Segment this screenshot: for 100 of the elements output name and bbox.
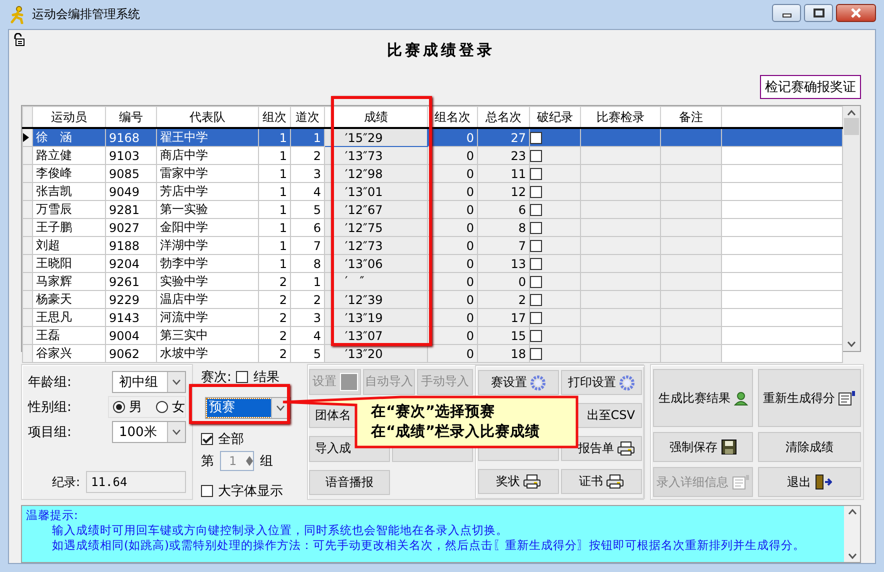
checkbox-label[interactable]: 全部 (218, 430, 244, 448)
table-cell: 4 (290, 182, 324, 200)
table-cell: 9062 (106, 344, 156, 362)
table-cell: 9261 (106, 272, 156, 290)
table-cell: 洋湖中学 (156, 236, 258, 254)
column-header[interactable]: 运动员 (32, 106, 106, 128)
table-cell: 9103 (106, 146, 156, 164)
table-cell: 1 (258, 182, 290, 200)
toolbar-button[interactable]: 语音播报 (309, 470, 390, 495)
column-header[interactable]: 比赛检录 (580, 106, 660, 128)
tip-text: 输入成绩时可用回车键或方向键控制录入位置，同时系统也会智能地在各录入点切换。 (51, 523, 509, 538)
table-cell: 李俊峰 (32, 164, 106, 182)
score-cell[interactable]: ′12″75 (324, 218, 428, 236)
page-title: 比赛成绩登录 (387, 41, 495, 60)
column-header[interactable]: 破纪录 (530, 106, 580, 128)
record-field[interactable]: 11.64 (86, 471, 186, 493)
action-button[interactable]: 强制保存 (653, 432, 753, 462)
table-cell: 杨豪天 (32, 290, 106, 308)
table-cell: 9188 (106, 236, 156, 254)
column-header[interactable]: 组次 (258, 106, 290, 128)
table-cell: 27 (478, 128, 530, 146)
column-header[interactable]: 编号 (106, 106, 156, 128)
table-cell: 2 (290, 146, 324, 164)
score-cell[interactable]: ′15″29 (324, 128, 428, 146)
age-group-dropdown[interactable]: 初中组 (112, 371, 186, 393)
event-dropdown[interactable]: 100米 (112, 421, 186, 443)
award-button[interactable]: 检记赛确报奖证 (760, 75, 861, 99)
column-header[interactable]: 备注 (660, 106, 722, 128)
table-cell: 张吉凯 (32, 182, 106, 200)
table-cell: 万雪辰 (32, 200, 106, 218)
table-cell: 13 (478, 254, 530, 272)
table-cell: 2 (258, 290, 290, 308)
table-cell: 1 (258, 200, 290, 218)
score-cell[interactable]: ′13″73 (324, 146, 428, 164)
radio-label[interactable]: 女 (172, 398, 185, 416)
toolbar-button[interactable]: 证书 (561, 469, 642, 494)
score-cell[interactable]: ′13″19 (324, 308, 428, 326)
tip-text: 如遇成绩相同(如跳高)或需特别处理的操作方法：可先手动更改相关名次，然后点击〖重新生成得分〗按钮即可根据名次重新排列并生成得分。 (51, 538, 805, 553)
table-cell: 1 (258, 164, 290, 182)
radio-label[interactable]: 男 (129, 398, 142, 416)
table-cell: 9085 (106, 164, 156, 182)
table-cell: 马家辉 (32, 272, 106, 290)
column-header[interactable]: 代表队 (156, 106, 258, 128)
table-cell: 5 (290, 344, 324, 362)
column-header[interactable]: 道次 (290, 106, 324, 128)
toolbar-button[interactable]: 奖状 (478, 469, 559, 494)
field-label: 赛次: (201, 369, 232, 386)
field-label: 项目组: (28, 424, 72, 441)
column-header[interactable]: 总名次 (478, 106, 530, 128)
table-cell: 3 (290, 308, 324, 326)
tips-title: 温馨提示: (26, 508, 79, 523)
table-cell: 7 (478, 236, 530, 254)
round-dropdown[interactable]: 预赛 (205, 397, 291, 419)
score-cell[interactable]: ′ ″ (324, 272, 428, 290)
toolbar-button[interactable]: 打印设置 (561, 370, 642, 395)
score-cell[interactable]: ′13″01 (324, 182, 428, 200)
action-button[interactable]: 清除成绩 (758, 432, 861, 462)
table-cell: 1 (258, 254, 290, 272)
table-cell: 2 (290, 290, 324, 308)
table-cell: 9027 (106, 218, 156, 236)
table-cell: 徐 涵 (32, 128, 106, 146)
table-cell: 1 (258, 236, 290, 254)
table-cell: 17 (478, 308, 530, 326)
toolbar-button[interactable]: 赛设置 (478, 370, 559, 395)
score-cell[interactable]: ′12″39 (324, 290, 428, 308)
table-cell: 7 (290, 236, 324, 254)
table-cell: 1 (258, 218, 290, 236)
table-cell: 23 (478, 146, 530, 164)
table-cell: 第三实中 (156, 326, 258, 344)
column-header[interactable]: 成绩 (324, 106, 428, 128)
table-cell: 刘超 (32, 236, 106, 254)
table-cell: 勃李中学 (156, 254, 258, 272)
table-cell: 芳店中学 (156, 182, 258, 200)
action-button[interactable]: 重新生成得分 (758, 369, 861, 427)
table-cell: 1 (258, 146, 290, 164)
score-cell[interactable]: ′12″73 (324, 236, 428, 254)
table-cell: 9049 (106, 182, 156, 200)
table-cell: 15 (478, 326, 530, 344)
table-cell: 12 (478, 182, 530, 200)
table-cell: 0 (478, 272, 530, 290)
column-header[interactable]: 组名次 (428, 106, 478, 128)
table-cell: 8 (478, 218, 530, 236)
table-cell: 翟王中学 (156, 128, 258, 146)
table-cell: 2 (258, 272, 290, 290)
table-cell: 1 (258, 128, 290, 146)
table-cell: 温店中学 (156, 290, 258, 308)
score-cell[interactable]: ′13″06 (324, 254, 428, 272)
table-cell: 9229 (106, 290, 156, 308)
table-cell: 9281 (106, 200, 156, 218)
checkbox-label[interactable]: 结果 (253, 368, 280, 386)
table-cell: 9204 (106, 254, 156, 272)
action-button[interactable]: 生成比赛结果 (653, 369, 753, 427)
table-cell: 2 (258, 344, 290, 362)
window-title: 运动会编排管理系统 (32, 6, 140, 23)
table-cell: 王子鹏 (32, 218, 106, 236)
checkbox-label[interactable]: 大字体显示 (218, 482, 283, 500)
score-cell[interactable]: ′12″67 (324, 200, 428, 218)
action-button[interactable]: 退出 (758, 467, 861, 497)
table-cell: 11 (478, 164, 530, 182)
score-cell[interactable]: ′12″98 (324, 164, 428, 182)
